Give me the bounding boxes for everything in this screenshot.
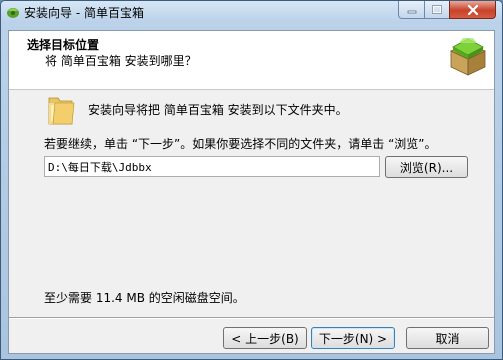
wizard-body: 选择目标位置 将 简单百宝箱 安装到哪里？ 安装向导将把 简单百宝箱 安装到以下… (8, 30, 495, 354)
setup-box-icon (450, 38, 486, 76)
minimize-button[interactable] (398, 1, 425, 19)
wizard-header: 选择目标位置 将 简单百宝箱 安装到哪里？ (9, 31, 494, 90)
browse-button[interactable]: 浏览(R)... (385, 156, 468, 178)
maximize-icon (432, 5, 442, 14)
back-button[interactable]: < 上一步(B) (223, 327, 307, 349)
installer-window: 安装向导 - 简单百宝箱 选择目标位置 将 简单百宝箱 安装到哪里？ 安装向导将… (0, 0, 503, 360)
minimize-icon (407, 10, 416, 13)
divider (9, 317, 494, 319)
disk-space-text: 至少需要 11.4 MB 的空闲磁盘空间。 (44, 291, 245, 305)
close-icon (467, 4, 478, 15)
intro-text: 安装向导将把 简单百宝箱 安装到以下文件夹中。 (88, 103, 348, 117)
close-button[interactable] (449, 1, 496, 19)
page-title: 选择目标位置 (27, 38, 100, 52)
app-icon (7, 8, 19, 18)
maximize-button[interactable] (424, 1, 450, 19)
title-bar[interactable]: 安装向导 - 简单百宝箱 (1, 1, 502, 23)
next-button[interactable]: 下一步(N) > (311, 327, 395, 349)
instruction-text: 若要继续，单击 “下一步”。如果你要选择不同的文件夹，请单击 “浏览”。 (44, 137, 437, 151)
window-title: 安装向导 - 简单百宝箱 (24, 6, 144, 20)
page-subtitle: 将 简单百宝箱 安装到哪里？ (45, 54, 197, 68)
install-path-field[interactable] (44, 156, 380, 177)
cancel-button[interactable]: 取消 (406, 327, 489, 349)
folder-icon (48, 97, 75, 125)
